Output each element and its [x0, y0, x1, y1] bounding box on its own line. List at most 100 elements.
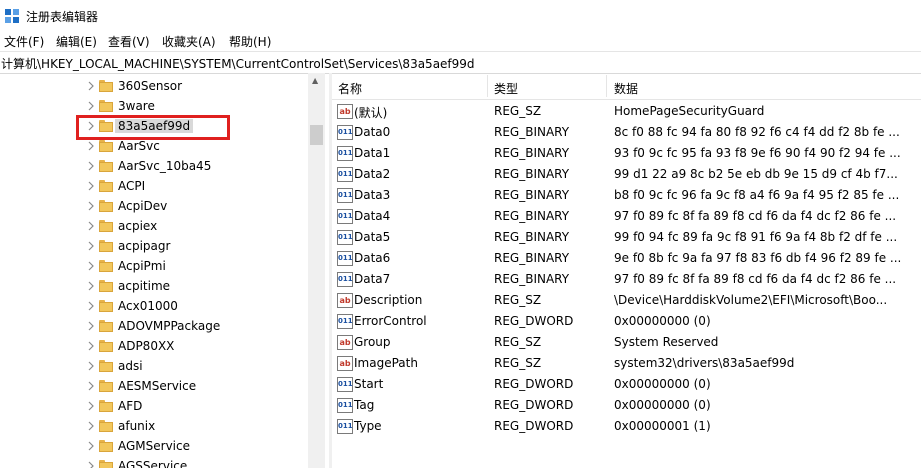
tree-item[interactable]: acpiex — [0, 216, 308, 236]
binary-value-icon: 011 — [337, 251, 353, 266]
value-row[interactable]: 011 Data6 REG_BINARY 9e f0 8b fc 9a fa 97 f… — [332, 248, 921, 269]
value-row[interactable]: 011 Data0 REG_BINARY 8c f0 88 fc 94 fa 80 f… — [332, 122, 921, 143]
folder-icon — [99, 140, 113, 152]
value-type: REG_DWORD — [494, 314, 574, 328]
value-row[interactable]: ab Description REG_SZ \Device\HarddiskVolum… — [332, 290, 921, 311]
column-divider[interactable] — [606, 75, 607, 97]
tree-item[interactable]: afunix — [0, 416, 308, 436]
value-row[interactable]: 011 Data4 REG_BINARY 97 f0 89 fc 8f fa 89 f… — [332, 206, 921, 227]
chevron-right-icon[interactable] — [86, 281, 96, 291]
chevron-right-icon[interactable] — [86, 81, 96, 91]
tree-item-label: AcpiDev — [118, 199, 168, 213]
chevron-right-icon[interactable] — [86, 441, 96, 451]
tree-item[interactable]: AcpiPmi — [0, 256, 308, 276]
chevron-right-icon[interactable] — [86, 301, 96, 311]
binary-value-icon: 011 — [337, 314, 353, 329]
column-data-header[interactable]: 数据 — [614, 80, 638, 97]
tree-item[interactable]: AcpiDev — [0, 196, 308, 216]
values-list: 名称 类型 数据 ab (默认) REG_SZ HomePageSecurityGua… — [332, 73, 921, 468]
list-header: 名称 类型 数据 — [332, 73, 921, 100]
address-path[interactable]: 计算机\HKEY_LOCAL_MACHINE\SYSTEM\CurrentCon… — [1, 55, 475, 72]
scroll-thumb[interactable] — [310, 125, 323, 145]
tree-item[interactable]: Acx01000 — [0, 296, 308, 316]
value-row[interactable]: ab (默认) REG_SZ HomePageSecurityGuard — [332, 101, 921, 122]
value-name: Data2 — [354, 167, 391, 181]
selection-highlight-box — [76, 115, 230, 140]
tree-item-label: ADOVMPPackage — [118, 319, 221, 333]
tree-item[interactable]: AGMService — [0, 436, 308, 456]
menu-help[interactable]: 帮助(H) — [229, 33, 271, 50]
chevron-right-icon[interactable] — [86, 141, 96, 151]
value-data: 93 f0 9c fc 95 fa 93 f8 9e f6 90 f4 90 f… — [614, 146, 901, 160]
chevron-right-icon[interactable] — [86, 341, 96, 351]
folder-icon — [99, 280, 113, 292]
chevron-right-icon[interactable] — [86, 221, 96, 231]
tree-item[interactable]: AarSvc_10ba45 — [0, 156, 308, 176]
address-bar[interactable]: 计算机\HKEY_LOCAL_MACHINE\SYSTEM\CurrentCon… — [0, 51, 921, 74]
value-row[interactable]: 011 Data3 REG_BINARY b8 f0 9c fc 96 fa 9c f… — [332, 185, 921, 206]
tree-item-label: 360Sensor — [118, 79, 183, 93]
chevron-right-icon[interactable] — [86, 101, 96, 111]
chevron-right-icon[interactable] — [86, 461, 96, 468]
value-row[interactable]: 011 Data1 REG_BINARY 93 f0 9c fc 95 fa 93 f… — [332, 143, 921, 164]
chevron-right-icon[interactable] — [86, 361, 96, 371]
tree-item-label: acpitime — [118, 279, 171, 293]
tree-scrollbar[interactable]: ▲ — [308, 73, 325, 468]
menu-file[interactable]: 文件(F) — [4, 33, 44, 50]
value-data: 99 f0 94 fc 89 fa 9c f8 91 f6 9a f4 8b f… — [614, 230, 898, 244]
value-name: ImagePath — [354, 356, 418, 370]
tree-item[interactable]: ACPI — [0, 176, 308, 196]
scroll-up-icon[interactable]: ▲ — [312, 76, 318, 85]
value-name: Data6 — [354, 251, 391, 265]
regedit-icon — [5, 9, 19, 23]
column-name-header[interactable]: 名称 — [338, 80, 362, 97]
tree-item[interactable]: AFD — [0, 396, 308, 416]
chevron-right-icon[interactable] — [86, 161, 96, 171]
value-row[interactable]: ab ImagePath REG_SZ system32\drivers\83a5ae… — [332, 353, 921, 374]
value-row[interactable]: 011 Tag REG_DWORD 0x00000000 (0) — [332, 395, 921, 416]
folder-icon — [99, 320, 113, 332]
folder-icon — [99, 400, 113, 412]
binary-value-icon: 011 — [337, 377, 353, 392]
chevron-right-icon[interactable] — [86, 401, 96, 411]
column-type-header[interactable]: 类型 — [494, 80, 518, 97]
menu-favorites[interactable]: 收藏夹(A) — [162, 33, 216, 50]
value-row[interactable]: ab Group REG_SZ System Reserved — [332, 332, 921, 353]
value-name: Tag — [354, 398, 375, 412]
tree-item[interactable]: ADOVMPPackage — [0, 316, 308, 336]
chevron-right-icon[interactable] — [86, 261, 96, 271]
tree-item[interactable]: AGSService — [0, 456, 308, 468]
value-row[interactable]: 011 Type REG_DWORD 0x00000001 (1) — [332, 416, 921, 437]
column-divider[interactable] — [487, 75, 488, 97]
tree-item[interactable]: adsi — [0, 356, 308, 376]
tree-item[interactable]: acpitime — [0, 276, 308, 296]
folder-icon — [99, 420, 113, 432]
chevron-right-icon[interactable] — [86, 241, 96, 251]
value-row[interactable]: 011 Data7 REG_BINARY 97 f0 89 fc 8f fa 89 f… — [332, 269, 921, 290]
value-row[interactable]: 011 Data2 REG_BINARY 99 d1 22 a9 8c b2 5e e… — [332, 164, 921, 185]
value-type: REG_DWORD — [494, 398, 574, 412]
folder-icon — [99, 200, 113, 212]
chevron-right-icon[interactable] — [86, 381, 96, 391]
chevron-right-icon[interactable] — [86, 181, 96, 191]
tree-item[interactable]: ADP80XX — [0, 336, 308, 356]
value-row[interactable]: 011 Data5 REG_BINARY 99 f0 94 fc 89 fa 9c f… — [332, 227, 921, 248]
menu-view[interactable]: 查看(V) — [108, 33, 150, 50]
string-value-icon: ab — [337, 293, 353, 308]
value-name: Type — [354, 419, 382, 433]
chevron-right-icon[interactable] — [86, 201, 96, 211]
tree-item[interactable]: 3ware — [0, 96, 308, 116]
folder-icon — [99, 160, 113, 172]
value-row[interactable]: 011 ErrorControl REG_DWORD 0x00000000 (0) — [332, 311, 921, 332]
string-value-icon: ab — [337, 104, 353, 119]
value-row[interactable]: 011 Start REG_DWORD 0x00000000 (0) — [332, 374, 921, 395]
tree-item[interactable]: AESMService — [0, 376, 308, 396]
binary-value-icon: 011 — [337, 188, 353, 203]
tree-item[interactable]: acpipagr — [0, 236, 308, 256]
chevron-right-icon[interactable] — [86, 421, 96, 431]
value-name: Data4 — [354, 209, 391, 223]
menu-edit[interactable]: 编辑(E) — [56, 33, 97, 50]
tree-item[interactable]: 360Sensor — [0, 76, 308, 96]
tree-item-label: Acx01000 — [118, 299, 178, 313]
chevron-right-icon[interactable] — [86, 321, 96, 331]
